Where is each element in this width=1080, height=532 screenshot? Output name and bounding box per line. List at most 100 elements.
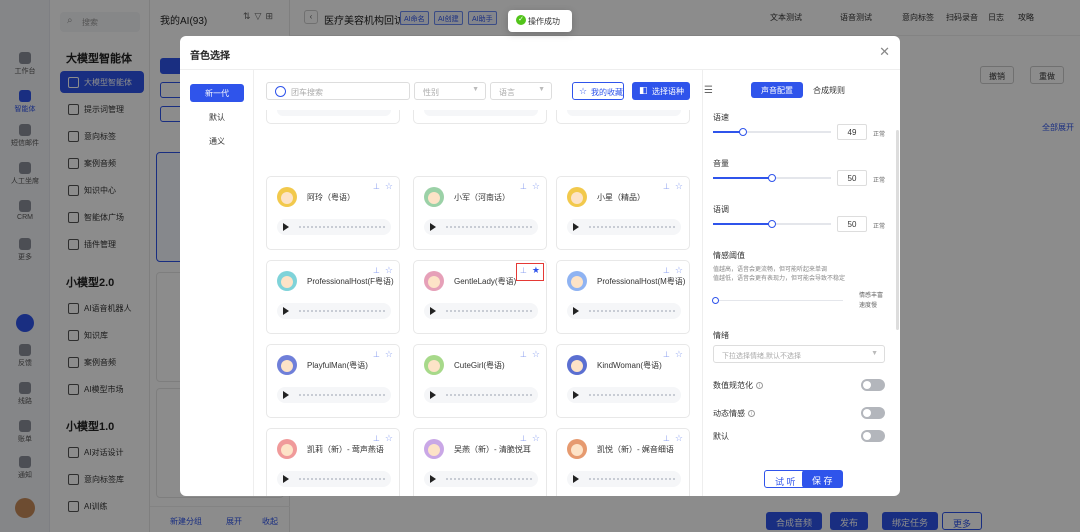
waveform[interactable] — [299, 310, 385, 312]
pin-icon[interactable]: ⊥ — [373, 350, 380, 359]
gen-tab-tongyi[interactable]: 通义 — [190, 132, 244, 150]
voice-card[interactable]: ProfessionalHost(M粤语) ⊥ ☆ — [556, 260, 690, 334]
pitch-input[interactable]: 50 — [837, 216, 867, 232]
waveform[interactable] — [446, 478, 532, 480]
play-icon[interactable] — [573, 391, 579, 399]
favorite-star-icon[interactable]: ☆ — [532, 349, 540, 360]
default-toggle[interactable] — [861, 430, 885, 442]
favorite-star-icon[interactable]: ☆ — [675, 349, 683, 360]
pin-icon[interactable]: ⊥ — [663, 350, 670, 359]
dynamic-emotion-toggle[interactable] — [861, 407, 885, 419]
audio-player — [277, 303, 391, 319]
voice-name: PlayfulMan(粤语) — [307, 361, 368, 370]
voice-card[interactable]: CuteGirl(粤语) ⊥ ☆ — [413, 344, 547, 418]
voice-card-partial[interactable] — [413, 110, 547, 124]
waveform[interactable] — [589, 310, 675, 312]
close-icon[interactable]: ✕ — [879, 44, 890, 60]
speed-slider[interactable] — [713, 128, 831, 136]
audio-player — [424, 303, 538, 319]
pin-icon[interactable]: ⊥ — [663, 266, 670, 275]
emotion-threshold-slider[interactable] — [712, 297, 843, 304]
play-icon[interactable] — [283, 391, 289, 399]
pin-icon[interactable]: ⊥ — [663, 182, 670, 191]
audio-player — [567, 387, 681, 403]
voice-search-input[interactable]: 团车搜索 — [266, 82, 410, 100]
select-language-button[interactable]: 选择语种 — [632, 82, 690, 100]
voice-card[interactable]: 凯莉（新）- 莺声燕语 ⊥ ☆ — [266, 428, 400, 496]
play-icon[interactable] — [430, 391, 436, 399]
info-icon[interactable]: i — [756, 382, 763, 390]
voice-config-panel: 声音配置 合成规则 语速 49 正常 音量 50 正常 语调 50 正常 情感阈… — [702, 70, 900, 496]
generation-column: 新一代 默认 通义 — [180, 70, 254, 496]
panel-scrollbar[interactable] — [896, 130, 899, 330]
pin-icon[interactable]: ⊥ — [373, 434, 380, 443]
pin-icon[interactable]: ⊥ — [520, 434, 527, 443]
voice-card[interactable]: 阿玲（粤语） ⊥ ☆ — [266, 176, 400, 250]
voice-card[interactable]: GentleLady(粤语) ⊥ ★ — [413, 260, 547, 334]
emotion-label: 情绪 — [713, 331, 729, 340]
waveform[interactable] — [589, 226, 675, 228]
voice-card[interactable]: 小军（河南话） ⊥ ☆ — [413, 176, 547, 250]
waveform[interactable] — [299, 394, 385, 396]
favorite-star-icon[interactable]: ☆ — [675, 181, 683, 192]
voice-avatar — [567, 355, 587, 375]
pin-icon[interactable]: ⊥ — [520, 182, 527, 191]
favorite-star-icon[interactable]: ☆ — [675, 265, 683, 276]
language-select[interactable]: 语言 ▼ — [490, 82, 552, 100]
voice-card-partial[interactable] — [266, 110, 400, 124]
favorite-star-icon[interactable]: ☆ — [385, 181, 393, 192]
voice-card[interactable]: PlayfulMan(粤语) ⊥ ☆ — [266, 344, 400, 418]
favorite-star-icon[interactable]: ☆ — [532, 433, 540, 444]
play-icon[interactable] — [283, 223, 289, 231]
speed-input[interactable]: 49 — [837, 124, 867, 140]
voice-card[interactable]: 吴燕（新）- 清脆悦耳 ⊥ ☆ — [413, 428, 547, 496]
tab-synthesis-rules[interactable]: 合成规则 — [803, 82, 855, 98]
pin-icon[interactable]: ⊥ — [520, 350, 527, 359]
favorite-star-icon[interactable]: ☆ — [385, 433, 393, 444]
gender-select[interactable]: 性别 ▼ — [414, 82, 486, 100]
emotion-select[interactable]: 下拉选择情绪,默认不选择 ▼ — [713, 345, 885, 363]
favorite-star-icon[interactable]: ☆ — [385, 265, 393, 276]
voice-card-partial[interactable] — [556, 110, 690, 124]
pin-icon[interactable]: ⊥ — [373, 266, 380, 275]
favorite-star-icon[interactable]: ☆ — [675, 433, 683, 444]
voice-card[interactable]: ProfessionalHost(F粤语) ⊥ ☆ — [266, 260, 400, 334]
pin-icon[interactable]: ⊥ — [663, 434, 670, 443]
listen-button[interactable]: 试 听 — [764, 470, 807, 488]
volume-input[interactable]: 50 — [837, 170, 867, 186]
play-icon[interactable] — [573, 307, 579, 315]
play-icon[interactable] — [430, 223, 436, 231]
voice-card[interactable]: 小星（精品） ⊥ ☆ — [556, 176, 690, 250]
play-icon[interactable] — [283, 475, 289, 483]
waveform[interactable] — [446, 226, 532, 228]
gen-tab-new[interactable]: 新一代 — [190, 84, 244, 102]
waveform[interactable] — [299, 226, 385, 228]
favorite-star-icon[interactable]: ☆ — [532, 181, 540, 192]
volume-slider[interactable] — [713, 174, 831, 182]
voice-avatar — [567, 187, 587, 207]
play-icon[interactable] — [573, 475, 579, 483]
play-icon[interactable] — [283, 307, 289, 315]
numeric-normalize-toggle[interactable] — [861, 379, 885, 391]
play-icon[interactable] — [430, 307, 436, 315]
voice-card[interactable]: 凯悦（新）- 娓音细语 ⊥ ☆ — [556, 428, 690, 496]
voice-avatar — [277, 355, 297, 375]
info-icon[interactable]: i — [748, 410, 755, 418]
favorite-star-icon[interactable]: ☆ — [385, 349, 393, 360]
waveform[interactable] — [446, 310, 532, 312]
tab-voice-config[interactable]: 声音配置 — [751, 82, 803, 98]
waveform[interactable] — [589, 478, 675, 480]
play-icon[interactable] — [430, 475, 436, 483]
save-button[interactable]: 保 存 — [802, 470, 843, 488]
pitch-unit: 正常 — [873, 224, 886, 230]
pin-icon[interactable]: ⊥ — [373, 182, 380, 191]
play-icon[interactable] — [573, 223, 579, 231]
voice-card[interactable]: KindWoman(粤语) ⊥ ☆ — [556, 344, 690, 418]
my-favorites-button[interactable]: 我的收藏 — [572, 82, 624, 100]
gen-tab-default[interactable]: 默认 — [190, 108, 244, 126]
waveform[interactable] — [299, 478, 385, 480]
waveform[interactable] — [589, 394, 675, 396]
waveform[interactable] — [446, 394, 532, 396]
pitch-slider[interactable] — [713, 220, 831, 228]
audio-player — [424, 471, 538, 487]
